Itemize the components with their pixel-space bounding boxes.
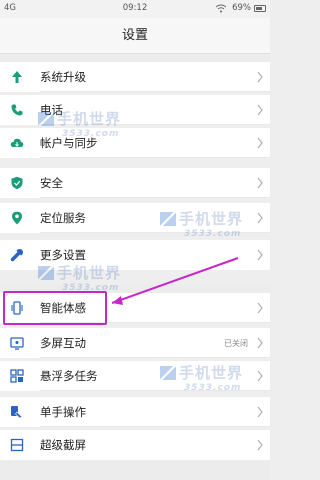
- settings-item-label: 单手操作: [40, 405, 86, 419]
- chevron-right-icon: [257, 249, 263, 261]
- divider: [40, 157, 270, 158]
- divider: [40, 357, 270, 358]
- watermark: 手机世界 3533.com: [160, 362, 243, 393]
- watermark: 手机世界 3533.com: [160, 208, 243, 239]
- divider: [40, 91, 270, 92]
- settings-item-label: 系统升级: [40, 70, 86, 84]
- chevron-right-icon: [257, 370, 263, 382]
- wifi-icon: [216, 4, 226, 13]
- battery-percent: 69%: [232, 3, 251, 13]
- divider: [40, 426, 270, 427]
- chevron-right-icon: [257, 104, 263, 116]
- cloud-sync-icon: [10, 138, 24, 147]
- watermark-logo-icon: [38, 112, 54, 126]
- settings-item-label: 多屏互动: [40, 336, 86, 350]
- chevron-right-icon: [257, 439, 263, 451]
- watermark-logo-icon: [160, 366, 176, 380]
- floating-tasks-icon: [10, 369, 24, 383]
- wrench-icon: [10, 249, 23, 262]
- settings-item-label: 定位服务: [40, 211, 86, 225]
- multi-screen-status: 已关闭: [224, 339, 248, 348]
- watermark: 手机世界 3533.com: [38, 108, 121, 139]
- section-gap: [0, 460, 270, 480]
- chevron-right-icon: [257, 137, 263, 149]
- chevron-right-icon: [257, 337, 263, 349]
- page-title: 设置: [0, 18, 270, 54]
- phone-icon: [11, 104, 23, 116]
- chevron-right-icon: [257, 177, 263, 189]
- status-bar: 4G 09:12 69%: [0, 0, 270, 18]
- section-gap: [0, 54, 270, 62]
- screenshot-icon: [10, 438, 24, 452]
- battery-icon: [254, 5, 266, 12]
- settings-item-label: 安全: [40, 176, 63, 190]
- location-pin-icon: [12, 211, 22, 225]
- settings-item-label: 更多设置: [40, 248, 86, 262]
- divider: [40, 197, 270, 198]
- status-time: 09:12: [122, 3, 148, 13]
- settings-item-security[interactable]: 安全: [0, 168, 270, 198]
- watermark-logo-icon: [160, 212, 176, 226]
- settings-item-label: 悬浮多任务: [40, 369, 98, 383]
- chevron-right-icon: [257, 302, 263, 314]
- watermark-logo-icon: [38, 266, 54, 280]
- arrow-up-icon: [12, 71, 22, 83]
- settings-item-one-hand[interactable]: 单手操作: [0, 397, 270, 427]
- highlight-box: [3, 291, 107, 325]
- watermark: 手机世界 3533.com: [38, 262, 121, 293]
- settings-item-super-screenshot[interactable]: 超级截屏: [0, 430, 270, 460]
- settings-item-multi-screen[interactable]: 多屏互动 已关闭: [0, 328, 270, 358]
- one-hand-icon: [11, 406, 23, 419]
- chevron-right-icon: [257, 406, 263, 418]
- chevron-right-icon: [257, 212, 263, 224]
- settings-item-label: 超级截屏: [40, 438, 86, 452]
- settings-item-system-update[interactable]: 系统升级: [0, 62, 270, 92]
- multi-screen-icon: [10, 337, 24, 350]
- shield-icon: [11, 176, 23, 190]
- chevron-right-icon: [257, 71, 263, 83]
